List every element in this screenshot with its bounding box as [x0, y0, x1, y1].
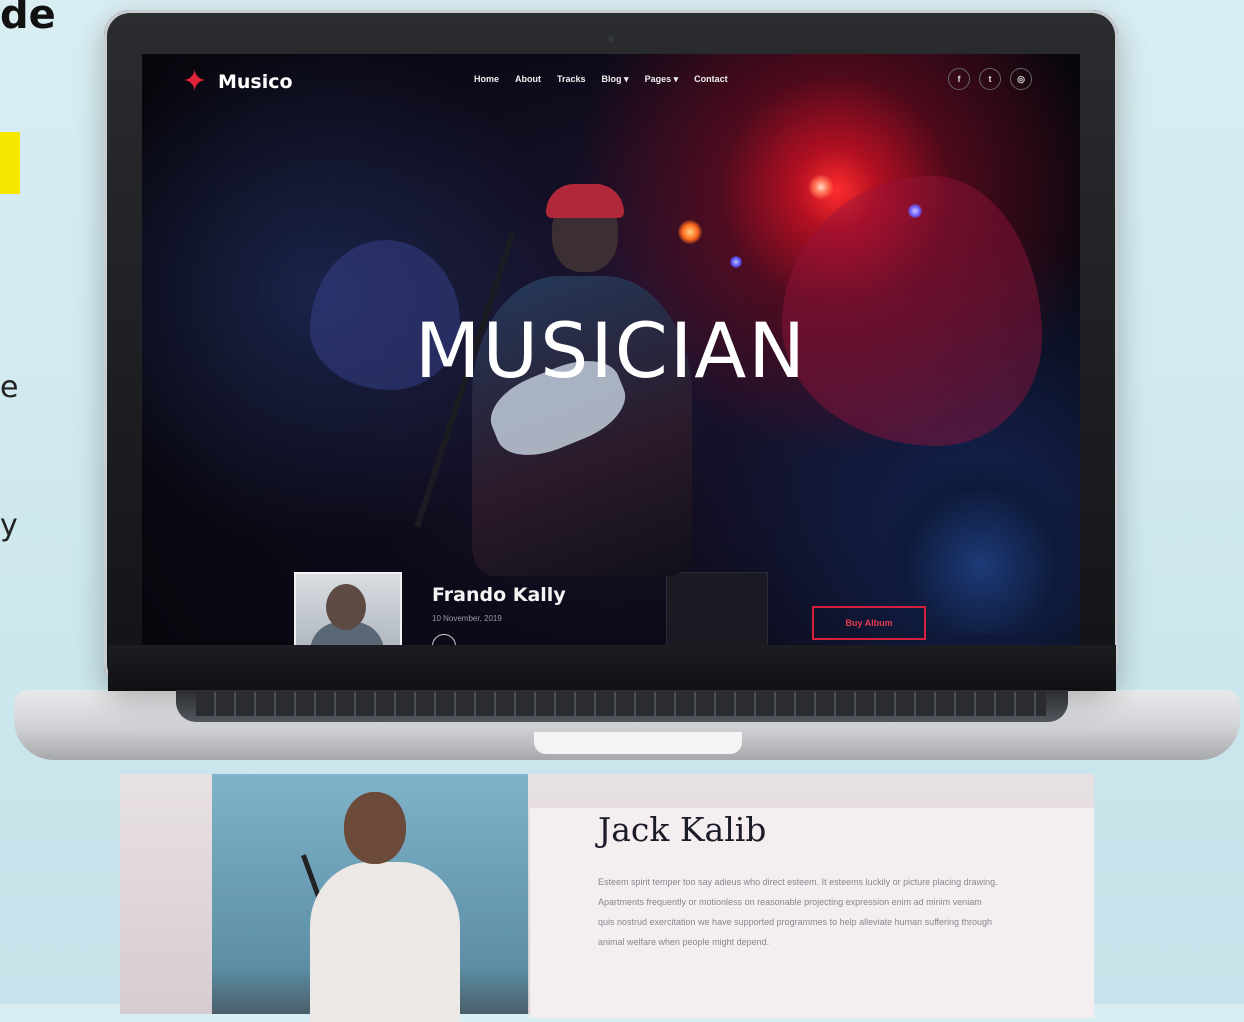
- buy-album-button[interactable]: Buy Album: [812, 606, 926, 640]
- amplifier: [666, 572, 768, 645]
- stage-light: [678, 220, 702, 244]
- side-text-fragment: e: [0, 370, 19, 405]
- thumbnail-face: [326, 584, 366, 630]
- nav-contact[interactable]: Contact: [694, 74, 728, 85]
- bio-title: Jack Kalib: [598, 810, 767, 849]
- hero-title: MUSICIAN: [414, 306, 808, 395]
- nav-home[interactable]: Home: [474, 74, 499, 85]
- artist-name[interactable]: Frando Kally: [432, 584, 566, 606]
- bio-text: Esteem spirit temper too say adieus who …: [598, 877, 998, 947]
- stage-light: [730, 256, 742, 268]
- lid-notch: [534, 732, 742, 754]
- nav-pages[interactable]: Pages ▾: [645, 74, 679, 85]
- nav-blog[interactable]: Blog ▾: [602, 74, 629, 85]
- artist-thumbnail[interactable]: [294, 572, 402, 645]
- instagram-icon[interactable]: ◎: [1010, 68, 1032, 90]
- facebook-icon[interactable]: f: [948, 68, 970, 90]
- side-heading: de: [0, 0, 56, 38]
- webcam: [608, 36, 614, 42]
- stage-light: [908, 204, 922, 218]
- nav-tracks[interactable]: Tracks: [557, 74, 586, 85]
- social-links: f t ◎: [948, 68, 1032, 90]
- screen-bezel-bottom: [108, 645, 1116, 691]
- musician-cap: [546, 184, 624, 218]
- logo-text: Musico: [218, 71, 293, 93]
- artist-date: 10 November, 2019: [432, 614, 502, 623]
- star-logo-icon: ✦: [182, 64, 208, 99]
- keyboard-keys: [196, 692, 1046, 716]
- laptop-screen: ✦ Musico Home About Tracks Blog ▾ Pages …: [142, 54, 1080, 645]
- highlight-mark: [0, 132, 20, 194]
- artist-photo-head: [344, 792, 406, 864]
- twitter-icon[interactable]: t: [979, 68, 1001, 90]
- main-nav: Home About Tracks Blog ▾ Pages ▾ Contact: [474, 74, 728, 85]
- stage-light: [808, 174, 834, 200]
- nav-about[interactable]: About: [515, 74, 541, 85]
- artist-photo-body: [310, 862, 460, 1022]
- site-logo[interactable]: ✦ Musico: [182, 64, 293, 99]
- side-text-fragment: y: [0, 508, 18, 543]
